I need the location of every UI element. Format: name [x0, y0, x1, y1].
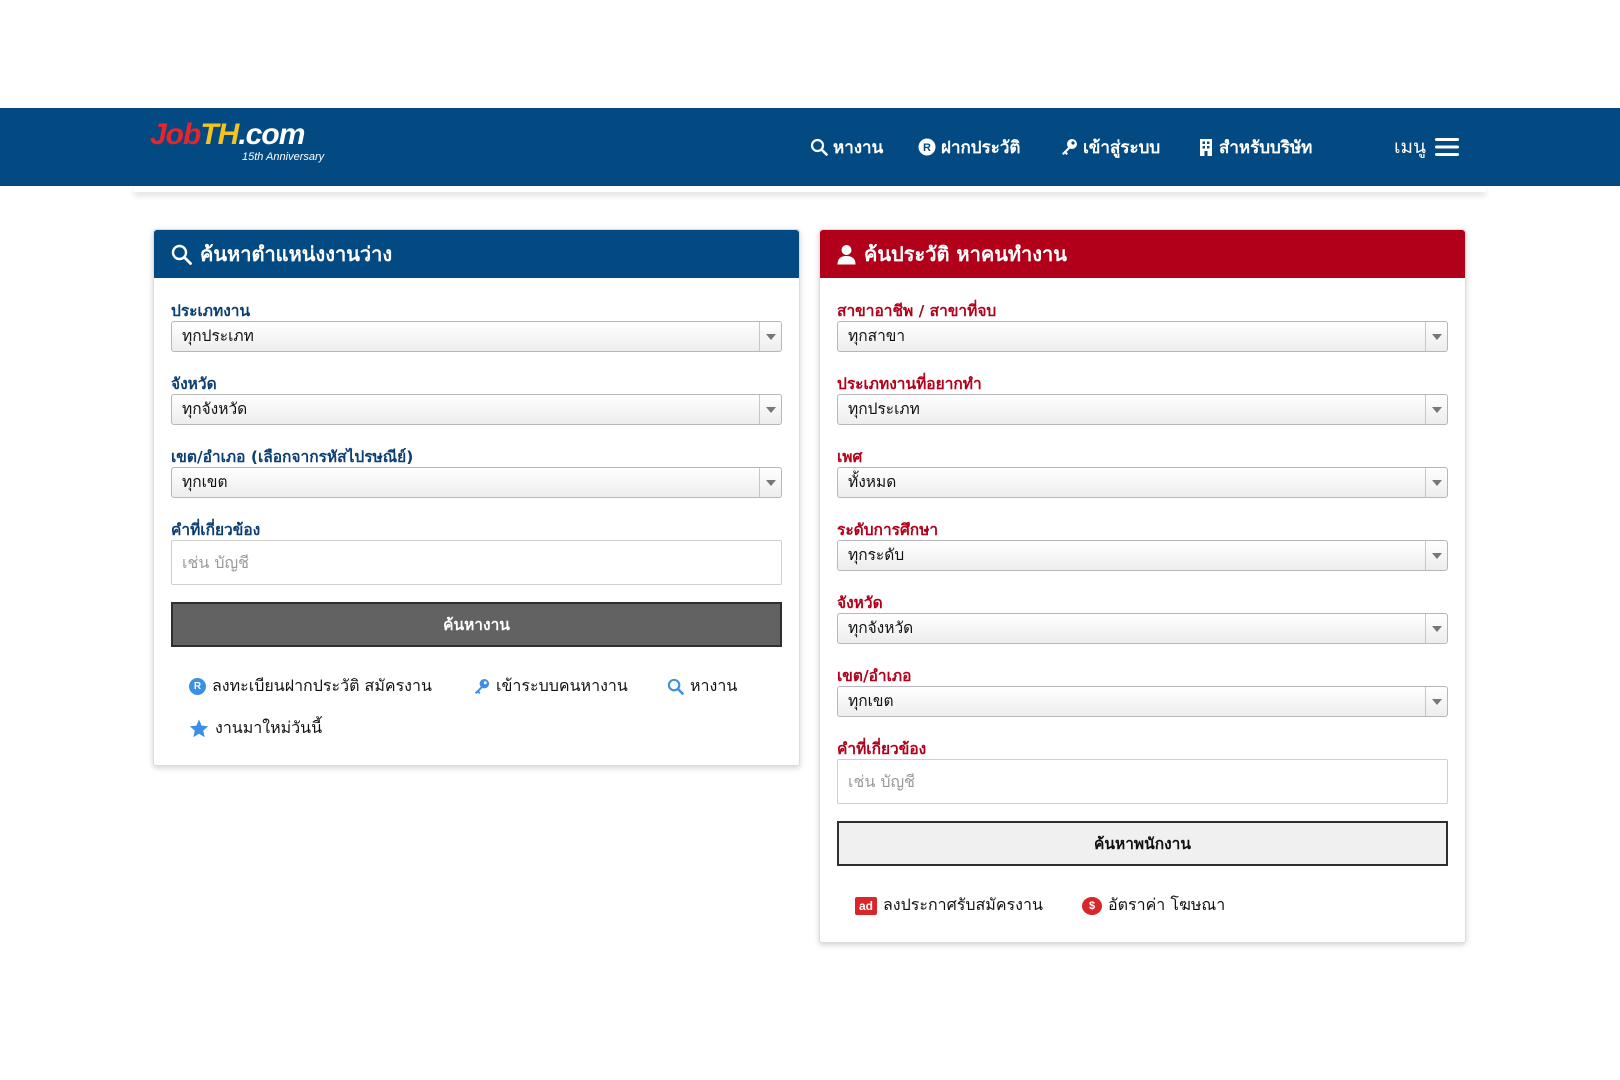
nav-menu-label: เมนู: [1394, 136, 1427, 158]
chevron-down-icon: [759, 468, 781, 497]
career-field-label: สาขาอาชีพ / สาขาที่จบ: [837, 302, 997, 320]
desired-job-type-value: ทุกประเภท: [848, 400, 920, 418]
resume-keyword-input[interactable]: [837, 759, 1448, 804]
search-icon: [171, 244, 192, 265]
ad-rates-link[interactable]: $ อัตราค่า โฆษณา: [1082, 893, 1225, 918]
education-label: ระดับการศึกษา: [837, 521, 939, 539]
keyword-input[interactable]: [171, 540, 782, 585]
job-search-panel: ค้นหาตำแหน่งงานว่าง ประเภทงาน ทุกประเภท …: [153, 229, 800, 766]
search-jobs-button-label: ค้นหางาน: [443, 616, 510, 634]
search-icon: [810, 138, 828, 156]
resume-province-label: จังหวัด: [837, 594, 883, 612]
resume-province-select[interactable]: ทุกจังหวัด: [837, 613, 1448, 644]
chevron-down-icon: [1425, 468, 1447, 497]
nav-menu-button[interactable]: เมนู: [1394, 132, 1460, 162]
post-job-ad-link[interactable]: ad ลงประกาศรับสมัครงาน: [855, 893, 1043, 918]
resume-keyword-label: คำที่เกี่ยวข้อง: [837, 740, 927, 758]
post-job-link-label: ลงประกาศรับสมัครงาน: [883, 895, 1043, 914]
registered-icon: R: [918, 138, 936, 156]
chevron-down-icon: [1425, 541, 1447, 570]
chevron-down-icon: [759, 395, 781, 424]
job-type-value: ทุกประเภท: [182, 327, 254, 345]
registered-icon: R: [189, 678, 206, 695]
search-icon: [667, 678, 684, 695]
resume-district-select[interactable]: ทุกเขต: [837, 686, 1448, 717]
job-search-title: ค้นหาตำแหน่งงานว่าง: [200, 242, 393, 266]
search-jobs-button[interactable]: ค้นหางาน: [171, 602, 782, 647]
hamburger-menu-icon: [1435, 138, 1460, 156]
resume-province-value: ทุกจังหวัด: [848, 619, 914, 637]
nav-company-label: สำหรับบริษัท: [1219, 137, 1313, 158]
logo-tagline: 15th Anniversary: [242, 151, 325, 163]
job-search-header: ค้นหาตำแหน่งงานว่าง: [154, 230, 799, 278]
search-employees-button[interactable]: ค้นหาพนักงาน: [837, 821, 1448, 866]
dollar-icon: $: [1082, 896, 1102, 915]
district-label: เขต/อำเภอ (เลือกจากรหัสไปรษณีย์): [171, 448, 414, 466]
district-value: ทุกเขต: [182, 473, 228, 491]
header-shadow-line: [134, 186, 1486, 192]
gender-value: ทั้งหมด: [848, 473, 897, 491]
nav-search-label: หางาน: [833, 137, 884, 158]
nav-login[interactable]: เข้าสู่ระบบ: [1060, 132, 1160, 162]
career-field-value: ทุกสาขา: [848, 327, 906, 345]
find-jobs-link[interactable]: หางาน: [667, 674, 737, 699]
desired-job-type-label: ประเภทงานที่อยากทำ: [837, 375, 982, 393]
education-value: ทุกระดับ: [848, 546, 905, 564]
key-icon: [474, 678, 490, 695]
logo-com-text: .com: [238, 118, 305, 151]
jobseeker-login-link[interactable]: เข้าระบบคนหางาน: [473, 674, 628, 699]
resume-search-panel: ค้นประวัติ หาคนทำงาน สาขาอาชีพ / สาขาที่…: [819, 229, 1466, 943]
job-type-label: ประเภทงาน: [171, 302, 251, 320]
nav-search-jobs[interactable]: หางาน: [810, 132, 883, 162]
building-icon: [1200, 139, 1212, 156]
search-employees-button-label: ค้นหาพนักงาน: [1094, 835, 1191, 853]
chevron-down-icon: [1425, 614, 1447, 643]
resume-search-title: ค้นประวัติ หาคนทำงาน: [864, 242, 1067, 266]
job-type-select[interactable]: ทุกประเภท: [171, 321, 782, 352]
chevron-down-icon: [1425, 395, 1447, 424]
star-icon: [189, 719, 209, 738]
education-select[interactable]: ทุกระดับ: [837, 540, 1448, 571]
gender-label: เพศ: [837, 448, 863, 466]
jobth-logo[interactable]: JobTH.com 15th Anniversary: [150, 118, 340, 168]
gender-select[interactable]: ทั้งหมด: [837, 467, 1448, 498]
resume-search-header: ค้นประวัติ หาคนทำงาน: [820, 230, 1465, 278]
desired-job-type-select[interactable]: ทุกประเภท: [837, 394, 1448, 425]
user-icon: [837, 244, 856, 264]
chevron-down-icon: [759, 322, 781, 351]
logo-th-text: TH: [200, 118, 239, 151]
register-link-label: ลงทะเบียนฝากประวัติ สมัครงาน: [212, 676, 432, 695]
resume-district-label: เขต/อำเภอ: [837, 667, 912, 685]
province-select[interactable]: ทุกจังหวัด: [171, 394, 782, 425]
resume-district-value: ทุกเขต: [848, 692, 894, 710]
logo-job-text: Job: [150, 118, 201, 151]
register-resume-link[interactable]: R ลงทะเบียนฝากประวัติ สมัครงาน: [189, 674, 432, 699]
keyword-label: คำที่เกี่ยวข้อง: [171, 521, 261, 539]
ad-rates-link-label: อัตราค่า โฆษณา: [1108, 895, 1226, 914]
new-jobs-link-label: งานมาใหม่วันนี้: [215, 718, 323, 737]
chevron-down-icon: [1425, 322, 1447, 351]
nav-login-label: เข้าสู่ระบบ: [1083, 137, 1161, 158]
ad-icon: ad: [855, 896, 877, 915]
province-label: จังหวัด: [171, 375, 217, 393]
nav-for-company[interactable]: สำหรับบริษัท: [1198, 132, 1312, 162]
find-jobs-link-label: หางาน: [690, 676, 738, 695]
career-field-select[interactable]: ทุกสาขา: [837, 321, 1448, 352]
new-jobs-today-link[interactable]: งานมาใหม่วันนี้: [189, 716, 322, 741]
login-link-label: เข้าระบบคนหางาน: [496, 676, 628, 695]
logo-wordmark: JobTH.com: [150, 118, 305, 152]
key-icon: [1062, 139, 1077, 155]
district-select[interactable]: ทุกเขต: [171, 467, 782, 498]
province-value: ทุกจังหวัด: [182, 400, 248, 418]
chevron-down-icon: [1425, 687, 1447, 716]
nav-post-resume[interactable]: R ฝากประวัติ: [918, 132, 1020, 162]
svg-text:R: R: [923, 142, 931, 154]
nav-resume-label: ฝากประวัติ: [941, 137, 1021, 158]
